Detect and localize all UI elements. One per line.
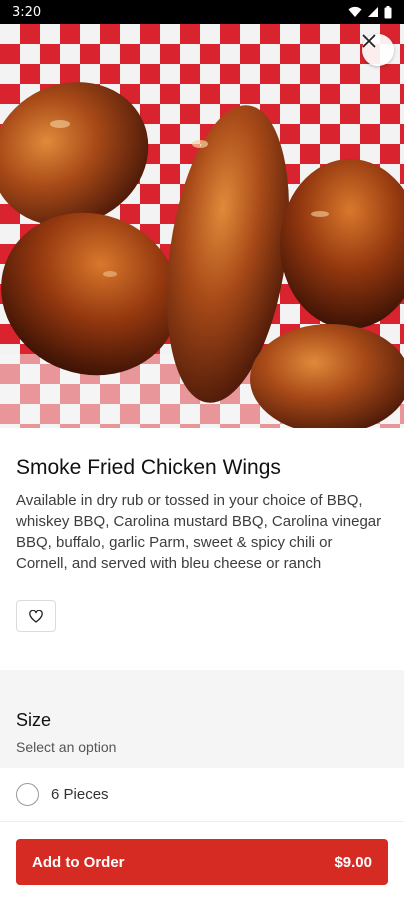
battery-icon (384, 5, 392, 18)
close-icon (362, 34, 376, 48)
signal-icon (368, 7, 378, 17)
size-subtitle: Select an option (16, 739, 117, 755)
status-time: 3:20 (12, 4, 42, 20)
status-icons (348, 5, 392, 19)
footer: Add to Order $9.00 (0, 822, 404, 900)
heart-icon (29, 609, 43, 623)
size-option-6-pieces[interactable]: 6 Pieces (0, 768, 404, 822)
add-to-order-label: Add to Order (32, 853, 125, 871)
item-photo (0, 24, 404, 428)
favorite-button[interactable] (16, 600, 56, 632)
size-title: Size (16, 710, 52, 730)
radio-button[interactable] (16, 783, 39, 806)
option-label: 6 Pieces (51, 786, 109, 803)
add-to-order-button[interactable]: Add to Order $9.00 (16, 839, 388, 885)
status-bar: 3:20 (0, 0, 404, 24)
item-description: Available in dry rub or tossed in your c… (16, 492, 382, 572)
close-button[interactable] (362, 34, 394, 66)
item-title: Smoke Fried Chicken Wings (16, 456, 281, 479)
price-label: $9.00 (334, 853, 372, 871)
wifi-icon (348, 6, 362, 17)
item-details: Smoke Fried Chicken Wings Available in d… (0, 428, 404, 632)
chicken-wings-image (0, 82, 404, 428)
size-section-header: Size Select an option (0, 670, 404, 768)
